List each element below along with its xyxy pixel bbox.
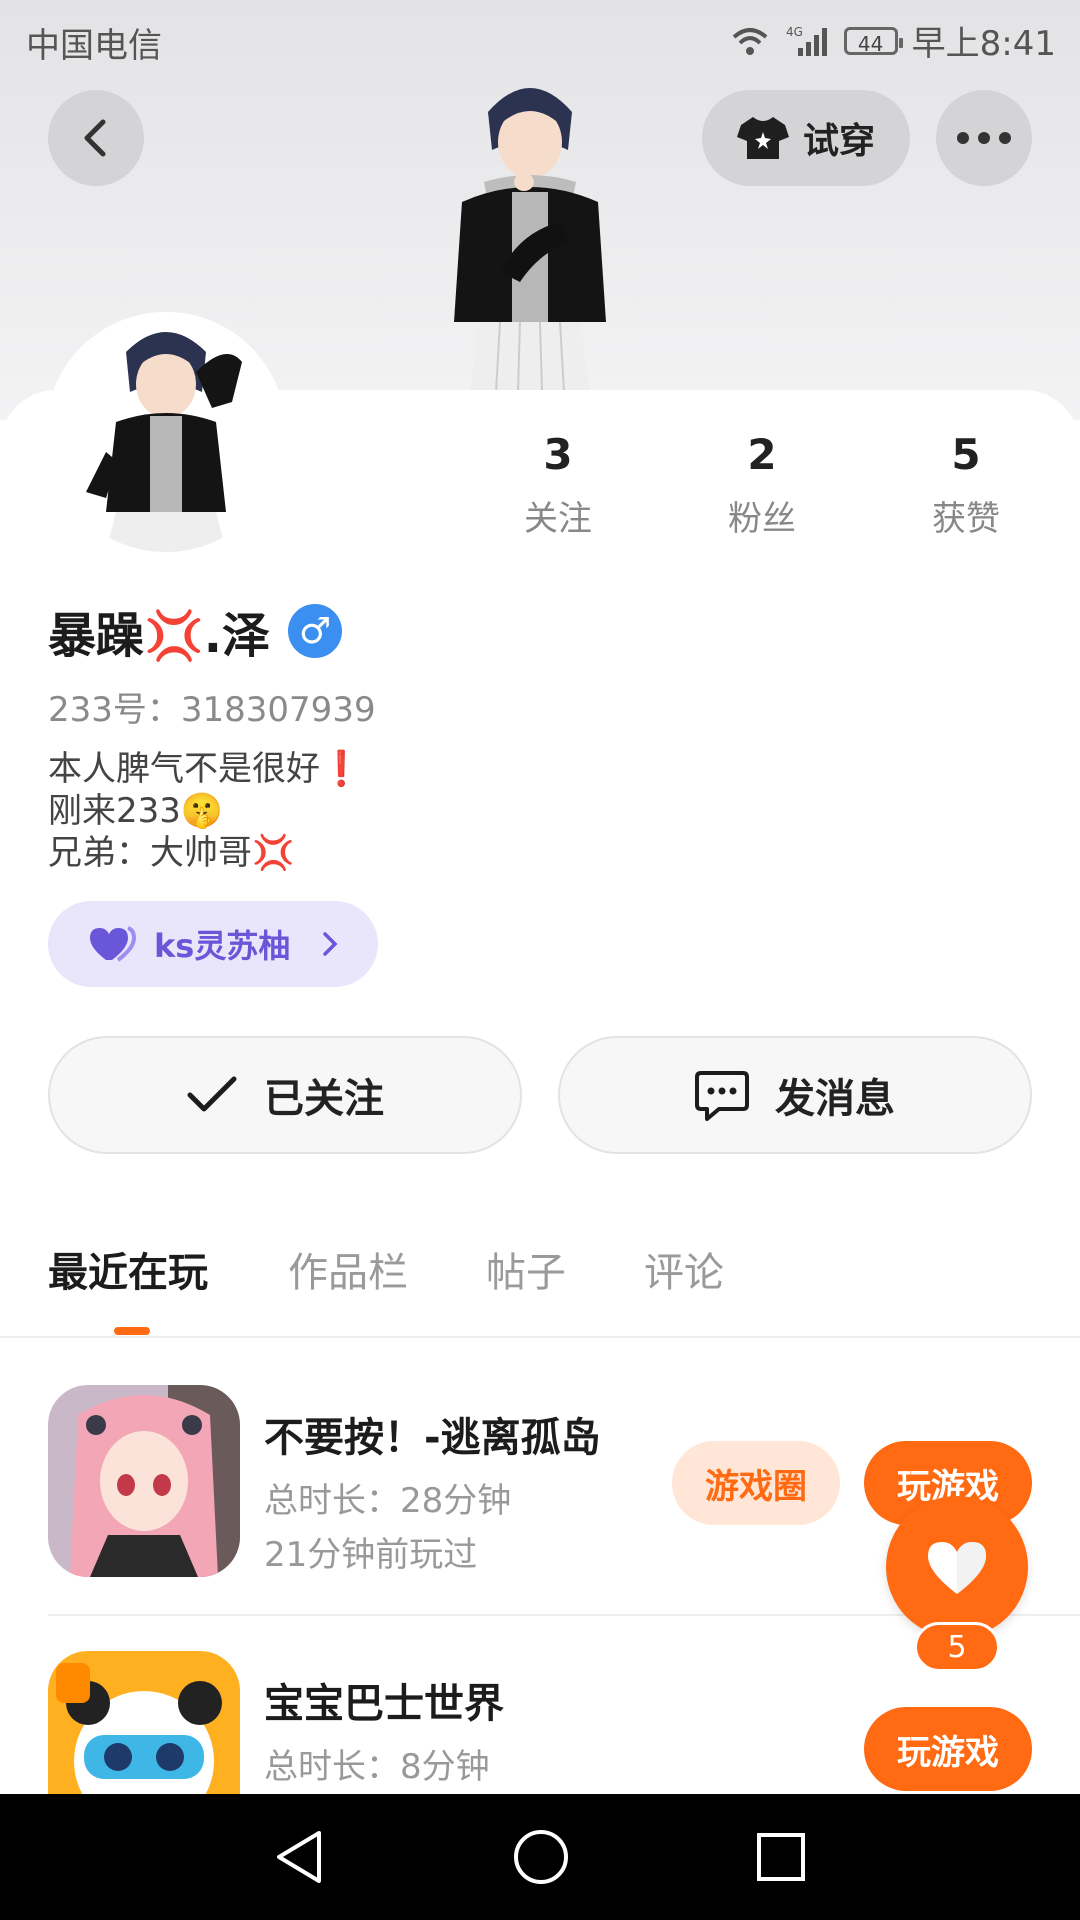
game-icon [48, 1385, 240, 1577]
status-right: 4G 44 早上8:41 [730, 16, 1056, 65]
stat-value: 2 [747, 430, 777, 479]
circle-home-icon [514, 1830, 568, 1884]
game-circle-button[interactable]: 游戏圈 [672, 1441, 840, 1525]
following-button[interactable]: 已关注 [48, 1036, 522, 1154]
character-model-illustration [454, 88, 606, 392]
relationship-tag-label: ks灵苏柚 [154, 927, 291, 965]
tab-comments[interactable]: 评论 [644, 1240, 724, 1298]
heart-icon [90, 926, 136, 962]
stat-value: 5 [951, 430, 981, 479]
stat-label: 关注 [524, 499, 592, 539]
game-duration: 总时长：8分钟 [264, 1747, 490, 1787]
try-on-label: 试穿 [802, 121, 875, 162]
status-bar: 中国电信 4G 44 早上8:41 [0, 0, 1080, 76]
game-title: 不要按！-逃离孤岛 [264, 1415, 601, 1461]
checkmark-icon [187, 1076, 237, 1112]
game-duration: 总时长：28分钟 [264, 1481, 512, 1521]
tshirt-icon [736, 117, 789, 159]
tab-posts[interactable]: 帖子 [486, 1240, 566, 1298]
user-id[interactable]: 233号：318307939 [48, 682, 376, 731]
more-dots-icon [957, 132, 1011, 144]
profile-tabs: 最近在玩 作品栏 帖子 评论 [0, 1240, 1080, 1336]
stat-label: 获赞 [932, 499, 1000, 539]
try-on-button[interactable]: 试穿 [702, 90, 910, 186]
like-button[interactable] [886, 1496, 1028, 1638]
wifi-icon [730, 25, 770, 57]
bio-line: 兄弟：大帅哥💢 [48, 833, 295, 873]
send-message-label: 发消息 [775, 1076, 895, 1122]
nav-recents-button[interactable] [746, 1822, 816, 1892]
battery-icon: 44 [843, 26, 903, 56]
game-title: 宝宝巴士世界 [264, 1681, 504, 1727]
game-last-played: 21分钟前玩过 [264, 1535, 478, 1575]
more-button[interactable] [936, 90, 1032, 186]
stat-value: 3 [543, 430, 573, 479]
avatar[interactable] [46, 312, 286, 552]
anime-girl-game-art [48, 1385, 240, 1577]
system-navigation-bar [0, 1794, 1080, 1920]
bio-line: 刚来233🤫 [48, 791, 224, 831]
bio: 本人脾气不是很好❗ 刚来233🤫 兄弟：大帅哥💢 [48, 748, 362, 874]
divider [0, 1336, 1080, 1338]
stat-followers[interactable]: 2 粉丝 [682, 430, 842, 540]
play-game-button[interactable]: 玩游戏 [864, 1707, 1032, 1791]
name-row: 暴躁💢.泽 ♂ [48, 596, 343, 666]
stat-following[interactable]: 3 关注 [478, 430, 638, 540]
like-count-badge: 5 [914, 1622, 1000, 1672]
stat-label: 粉丝 [728, 499, 796, 539]
stat-likes[interactable]: 5 获赞 [886, 430, 1046, 540]
following-label: 已关注 [264, 1076, 384, 1122]
chevron-left-icon [84, 119, 106, 157]
active-tab-indicator [114, 1327, 150, 1335]
chat-bubble-icon [695, 1071, 749, 1121]
carrier-label: 中国电信 [26, 26, 162, 66]
avatar-character-illustration [46, 312, 286, 552]
send-message-button[interactable]: 发消息 [558, 1036, 1032, 1154]
username: 暴躁💢.泽 [48, 608, 271, 664]
chevron-right-icon [323, 932, 338, 956]
tab-recently-played[interactable]: 最近在玩 [48, 1240, 208, 1298]
back-button[interactable] [48, 90, 144, 186]
heart-icon [928, 1542, 986, 1594]
network-type: 4G [786, 25, 803, 39]
clock: 早上8:41 [911, 24, 1056, 64]
triangle-back-icon [277, 1831, 321, 1883]
nav-home-button[interactable] [506, 1822, 576, 1892]
square-recents-icon [757, 1833, 805, 1881]
bio-line: 本人脾气不是很好❗ [48, 749, 363, 789]
tab-works[interactable]: 作品栏 [288, 1240, 408, 1298]
cellular-signal-icon: 4G [784, 24, 830, 58]
nav-back-button[interactable] [264, 1822, 334, 1892]
relationship-tag[interactable]: ks灵苏柚 [48, 901, 378, 987]
male-gender-icon: ♂ [288, 604, 343, 658]
